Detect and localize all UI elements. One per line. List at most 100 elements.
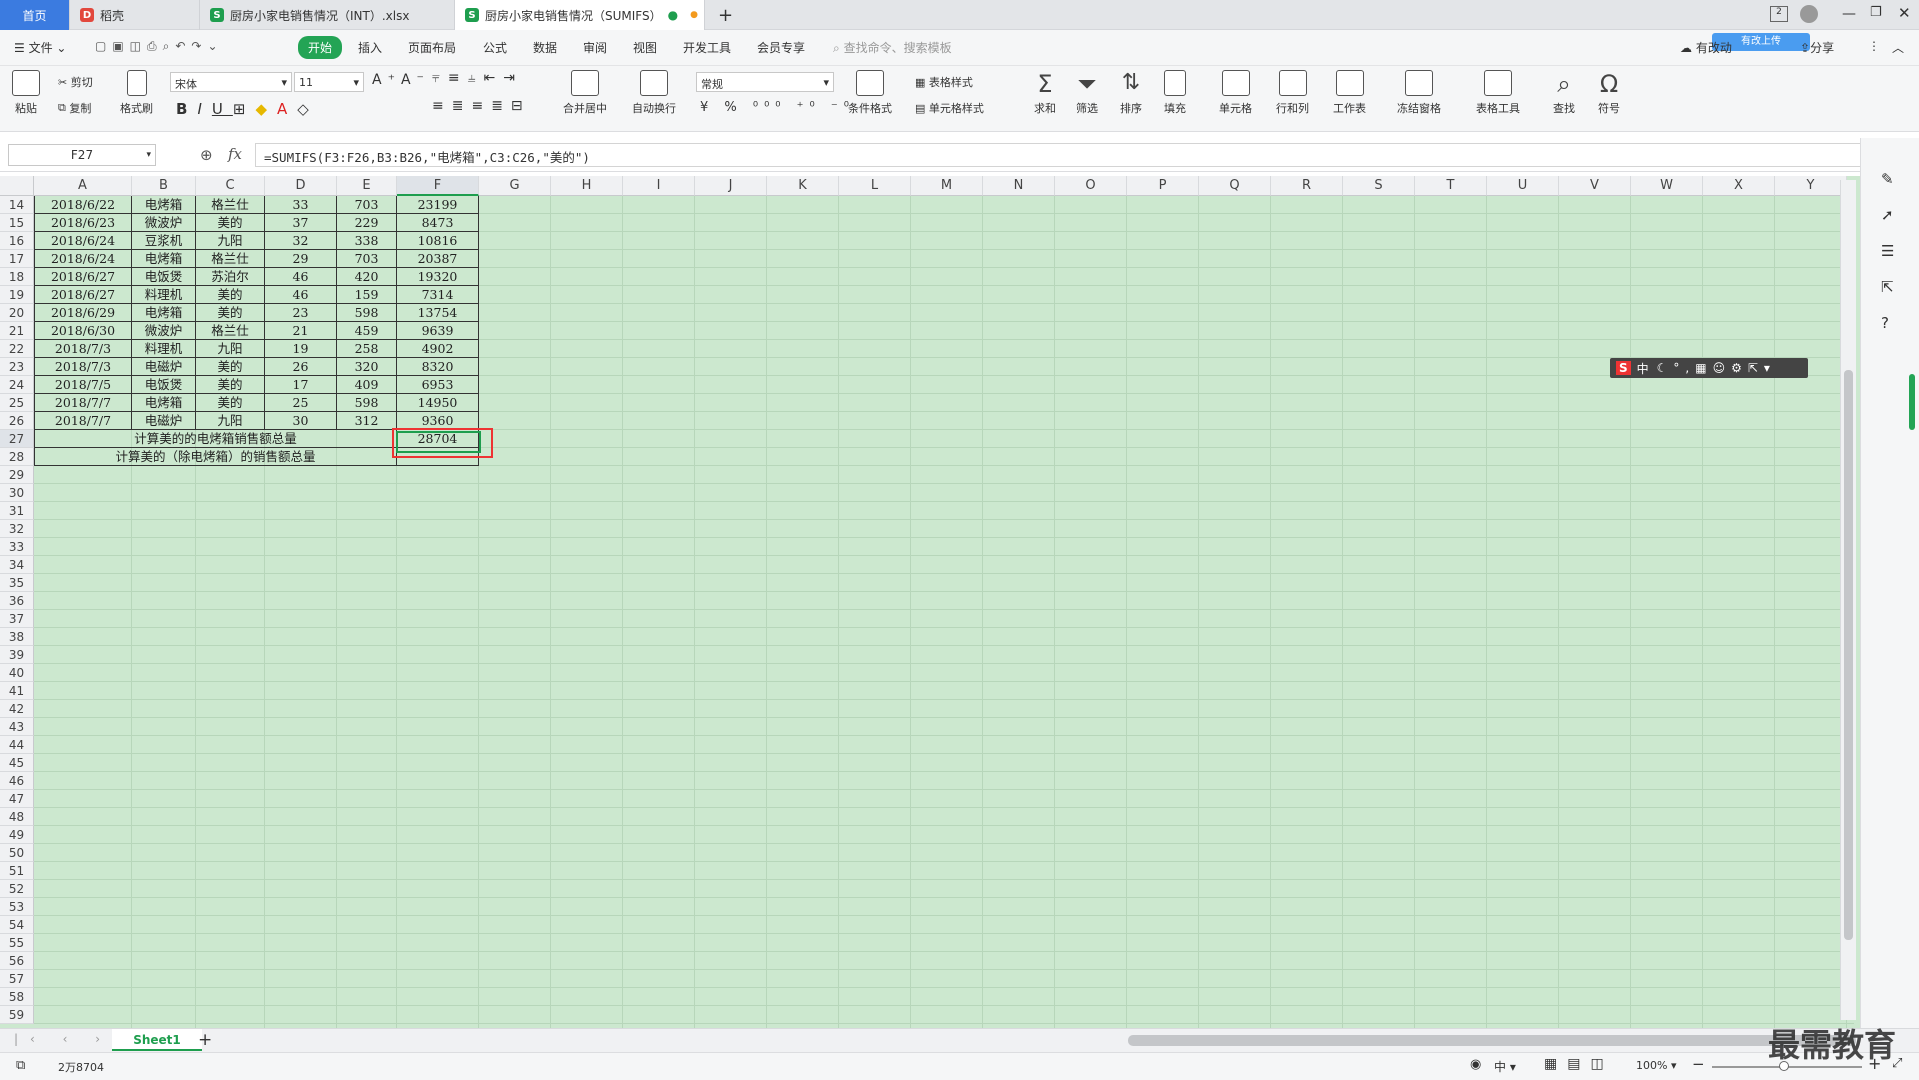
cell-A21[interactable]: 2018/6/30 [34,322,132,340]
cell-C15[interactable]: 美的 [196,214,265,232]
cell-D15[interactable]: 37 [265,214,337,232]
row-header-26[interactable]: 26 [0,412,34,430]
column-header-P[interactable]: P [1127,176,1199,196]
row-header-34[interactable]: 34 [0,556,34,574]
column-header-X[interactable]: X [1703,176,1775,196]
cell-B23[interactable]: 电磁炉 [132,358,196,376]
ime-toolbar[interactable]: S 中 ☾°,▦☺⚙⇱▾ [1610,358,1808,378]
cell-D14[interactable]: 33 [265,196,337,214]
row-header-54[interactable]: 54 [0,916,34,934]
row-header-14[interactable]: 14 [0,196,34,214]
row-header-33[interactable]: 33 [0,538,34,556]
select-all-corner[interactable] [0,176,34,196]
row-header-36[interactable]: 36 [0,592,34,610]
menu-view[interactable]: 视图 [633,39,657,56]
cell-D21[interactable]: 21 [265,322,337,340]
filter-button[interactable]: ⏷ 筛选 [1076,70,1098,116]
row-header-21[interactable]: 21 [0,322,34,340]
more-icon[interactable]: ⋮ [1868,39,1880,53]
row-header-48[interactable]: 48 [0,808,34,826]
sidebar-cursor-icon[interactable]: ➚ [1881,206,1894,224]
column-header-F[interactable]: F [397,176,479,196]
underline-icon[interactable]: U [212,100,233,118]
tab-docer[interactable]: D 稻壳 [70,0,200,30]
cut-button[interactable]: ✂ 剪切 [58,74,93,90]
column-header-Q[interactable]: Q [1199,176,1271,196]
sidebar-share-icon[interactable]: ⇱ [1881,278,1894,296]
row-header-24[interactable]: 24 [0,376,34,394]
symbol-button[interactable]: Ω 符号 [1598,70,1620,116]
copy-button[interactable]: ⧉ 复制 [58,100,91,116]
font-style-buttons[interactable]: B I U ⊞ ◆ A ◇ [176,100,319,118]
zoom-out-icon[interactable]: − [1692,1055,1705,1073]
row-header-37[interactable]: 37 [0,610,34,628]
cell-F22[interactable]: 4902 [397,340,479,358]
cell-A23[interactable]: 2018/7/3 [34,358,132,376]
cell-E23[interactable]: 320 [337,358,397,376]
cell-F24[interactable]: 6953 [397,376,479,394]
cell-F14[interactable]: 23199 [397,196,479,214]
cell-A19[interactable]: 2018/6/27 [34,286,132,304]
restore-icon[interactable]: ❐ [1870,5,1882,20]
cell-F21[interactable]: 9639 [397,322,479,340]
column-header-D[interactable]: D [265,176,337,196]
row-header-23[interactable]: 23 [0,358,34,376]
cell-D19[interactable]: 46 [265,286,337,304]
column-header-S[interactable]: S [1343,176,1415,196]
column-header-A[interactable]: A [34,176,132,196]
cell-D23[interactable]: 26 [265,358,337,376]
file-menu[interactable]: ☰ 文件 ⌄ [14,39,66,56]
row-col-button[interactable]: 行和列 [1276,70,1309,116]
row-header-51[interactable]: 51 [0,862,34,880]
column-header-Y[interactable]: Y [1775,176,1847,196]
row-header-58[interactable]: 58 [0,988,34,1006]
italic-icon[interactable]: I [197,100,211,118]
row-header-44[interactable]: 44 [0,736,34,754]
cell-B24[interactable]: 电饭煲 [132,376,196,394]
cell-B16[interactable]: 豆浆机 [132,232,196,250]
cell-A14[interactable]: 2018/6/22 [34,196,132,214]
row-header-55[interactable]: 55 [0,934,34,952]
cell-C23[interactable]: 美的 [196,358,265,376]
menu-insert[interactable]: 插入 [358,39,382,56]
cell-D24[interactable]: 17 [265,376,337,394]
cell-B14[interactable]: 电烤箱 [132,196,196,214]
row-header-49[interactable]: 49 [0,826,34,844]
menu-developer[interactable]: 开发工具 [683,39,731,56]
cell-C19[interactable]: 美的 [196,286,265,304]
cell-B26[interactable]: 电磁炉 [132,412,196,430]
cell-C24[interactable]: 美的 [196,376,265,394]
row-header-40[interactable]: 40 [0,664,34,682]
cell-F15[interactable]: 8473 [397,214,479,232]
cell-A26[interactable]: 2018/7/7 [34,412,132,430]
menu-home[interactable]: 开始 [298,36,343,59]
vertical-scrollbar[interactable] [1840,180,1856,1020]
row-header-39[interactable]: 39 [0,646,34,664]
column-header-E[interactable]: E [337,176,397,196]
cell-C14[interactable]: 格兰仕 [196,196,265,214]
tab-home[interactable]: 首页 [0,0,70,30]
window-count-icon[interactable]: 2 [1770,6,1788,22]
wrap-text-button[interactable]: 自动换行 [632,70,676,116]
menu-review[interactable]: 审阅 [583,39,607,56]
new-tab-button[interactable]: + [710,0,740,30]
row-header-53[interactable]: 53 [0,898,34,916]
cell-B18[interactable]: 电饭煲 [132,268,196,286]
cells-button[interactable]: 单元格 [1219,70,1252,116]
cell-B17[interactable]: 电烤箱 [132,250,196,268]
command-search[interactable]: ⌕ 查找命令、搜索模板 [833,39,952,56]
cell-C16[interactable]: 九阳 [196,232,265,250]
merged-label-28[interactable]: 计算美的（除电烤箱）的销售额总量 [34,448,397,466]
cell-F23[interactable]: 8320 [397,358,479,376]
cell-style-button[interactable]: ▤ 单元格样式 [915,100,984,116]
row-header-41[interactable]: 41 [0,682,34,700]
row-header-57[interactable]: 57 [0,970,34,988]
cell-C20[interactable]: 美的 [196,304,265,322]
cell-F19[interactable]: 7314 [397,286,479,304]
sidebar-help-icon[interactable]: ? [1881,314,1889,332]
number-format-select[interactable]: 常规 ▾ [696,72,834,92]
tab-file-sumifs[interactable]: S 厨房小家电销售情况（SUMIFS） ● ● [455,0,705,30]
column-header-J[interactable]: J [695,176,767,196]
column-header-V[interactable]: V [1559,176,1631,196]
cell-E20[interactable]: 598 [337,304,397,322]
